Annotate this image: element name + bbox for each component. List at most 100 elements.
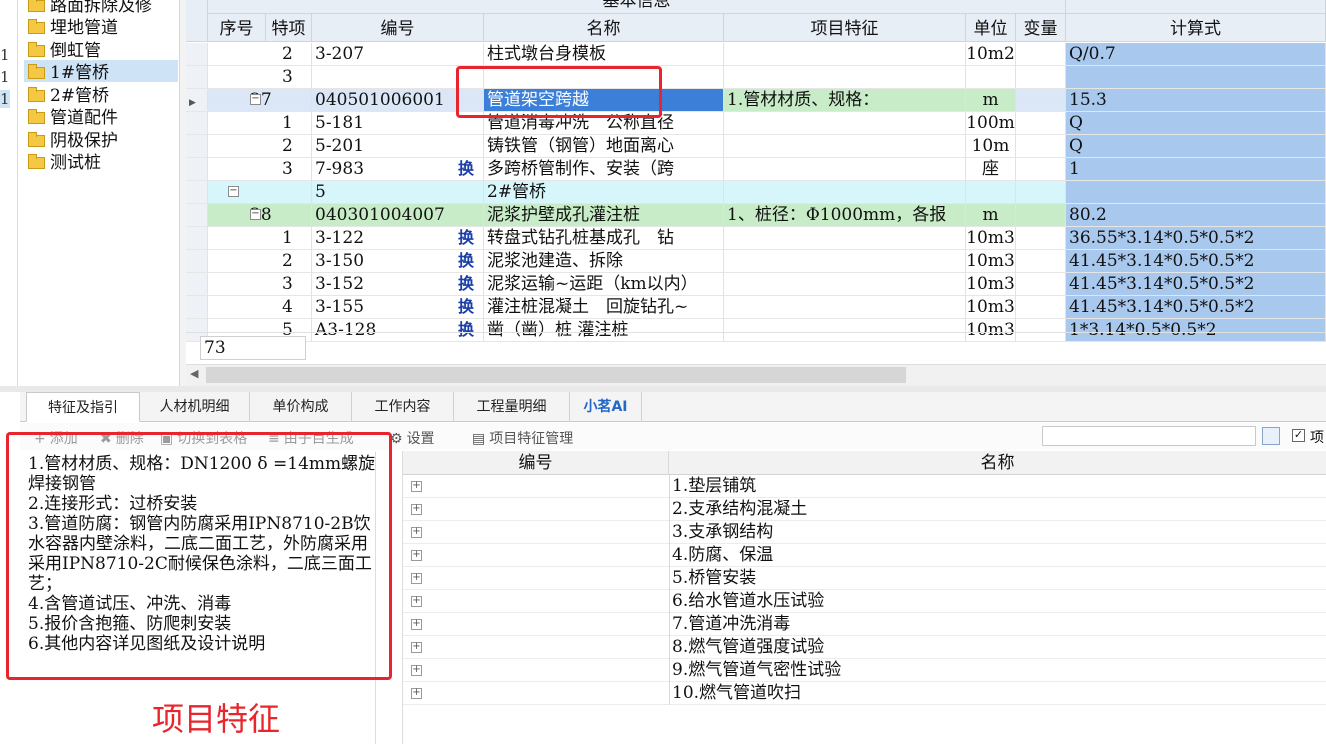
unit-cell[interactable]: 10m2 xyxy=(966,43,1016,66)
row-indicator[interactable] xyxy=(186,273,208,296)
grid-row[interactable]: 5 A3-128 凿（凿）桩 灌注桩 10m3 1*3.14*0.5*0.5*2 换 xyxy=(186,319,1326,342)
tree-item[interactable]: 倒虹管 xyxy=(24,37,178,61)
feature-list-row[interactable]: +10.燃气管道吹扫 xyxy=(403,682,1326,705)
grid-row[interactable]: 3 xyxy=(186,66,1326,89)
grid-row[interactable]: 5 2#管桥 − xyxy=(186,181,1326,204)
tree-item[interactable]: 路面拆除及修 xyxy=(24,0,178,16)
feature-list-row[interactable]: +4.防腐、保温 xyxy=(403,544,1326,567)
feature-list-grid[interactable]: 编号 名称 +1.垫层铺筑 +2.支承结构混凝土 +3.支承钢结构 +4.防腐、保温 +… xyxy=(402,451,1326,744)
row-indicator[interactable]: ▶ xyxy=(186,89,208,112)
swap-marker[interactable]: 换 xyxy=(458,296,1320,318)
search-icon[interactable] xyxy=(1262,427,1280,445)
column-header[interactable]: 项目特征 xyxy=(724,14,966,42)
tab[interactable]: 单价构成 xyxy=(250,392,352,422)
expand-icon[interactable]: + xyxy=(411,596,422,607)
formula-cell[interactable]: Q xyxy=(1066,135,1326,158)
grid-row[interactable]: 3 3-152 泥浆运输~运距（km以内） 10m3 41.45*3.14*0.5*0.… xyxy=(186,273,1326,296)
feature-cell[interactable] xyxy=(724,181,966,204)
collapse-icon[interactable]: − xyxy=(250,94,261,105)
seq-cell[interactable]: 3 xyxy=(208,66,312,89)
feature-cell[interactable] xyxy=(724,43,966,66)
feature-cell[interactable]: 1.管材材质、规格： xyxy=(724,89,966,112)
search-input[interactable] xyxy=(1042,426,1256,446)
expand-icon[interactable]: + xyxy=(411,504,422,515)
formula-cell[interactable]: 15.3 xyxy=(1066,89,1326,112)
grid-row[interactable]: 4 3-155 灌注桩混凝土 回旋钻孔~ 10m3 41.45*3.14*0.5*0.5… xyxy=(186,296,1326,319)
feature-list-row[interactable]: +2.支承结构混凝土 xyxy=(403,498,1326,521)
formula-cell[interactable] xyxy=(1066,181,1326,204)
tab[interactable]: 小茗AI xyxy=(570,392,642,422)
unit-cell[interactable]: 10m xyxy=(966,135,1016,158)
row-indicator[interactable] xyxy=(186,158,208,181)
code-cell[interactable]: 5-201 xyxy=(312,135,484,158)
collapse-icon[interactable]: − xyxy=(250,209,261,220)
seq-cell[interactable]: 1 xyxy=(208,227,312,250)
seq-cell[interactable]: 2 xyxy=(208,43,312,66)
seq-cell[interactable]: 2 xyxy=(208,135,312,158)
feature-list-row[interactable]: +1.垫层铺筑 xyxy=(403,475,1326,498)
scroll-thumb[interactable] xyxy=(206,367,906,383)
expand-icon[interactable]: + xyxy=(411,665,422,676)
tab[interactable]: 特征及指引 xyxy=(26,392,140,422)
seq-cell[interactable]: 2 xyxy=(208,250,312,273)
swap-marker[interactable]: 换 xyxy=(458,227,1320,249)
formula-cell[interactable]: Q/0.7 xyxy=(1066,43,1326,66)
var-cell[interactable] xyxy=(1016,43,1066,66)
name-cell[interactable]: 铸铁管（钢管）地面离心 xyxy=(484,135,724,158)
toolbar-button[interactable]: ▤ 项目特征管理 xyxy=(472,428,573,448)
seq-cell[interactable] xyxy=(208,181,312,204)
var-cell[interactable] xyxy=(1016,112,1066,135)
expand-icon[interactable]: + xyxy=(411,619,422,630)
row-indicator[interactable] xyxy=(186,181,208,204)
feature-cell[interactable] xyxy=(724,66,966,89)
tree-item[interactable]: 阴极保护 xyxy=(24,127,178,151)
swap-marker[interactable]: 换 xyxy=(458,250,1320,272)
unit-cell[interactable] xyxy=(966,181,1016,204)
column-header[interactable]: 编号 xyxy=(312,14,484,42)
row-indicator[interactable] xyxy=(186,227,208,250)
expand-icon[interactable]: + xyxy=(411,550,422,561)
column-header[interactable]: 特项 xyxy=(266,14,312,42)
row-indicator[interactable] xyxy=(186,250,208,273)
bill-grid[interactable]: 基本信息 序号 特项 编号 名称 项目特征 单位 变量 计算式 2 3-207 柱式墩台身模板 10… xyxy=(186,0,1326,364)
row-indicator[interactable] xyxy=(186,296,208,319)
feature-list-row[interactable]: +3.支承钢结构 xyxy=(403,521,1326,544)
row-indicator[interactable] xyxy=(186,112,208,135)
seq-cell[interactable]: 3 xyxy=(208,158,312,181)
tree-item[interactable]: 管道配件 xyxy=(24,105,178,128)
column-header[interactable]: 单位 xyxy=(966,14,1016,42)
var-cell[interactable] xyxy=(1016,66,1066,89)
grid-row[interactable]: ▶27040501006001管道架空跨越1.管材材质、规格：m15.3− xyxy=(186,89,1326,112)
column-header[interactable]: 序号 xyxy=(208,14,266,42)
expand-icon[interactable]: + xyxy=(411,527,422,538)
column-header[interactable]: 名称 xyxy=(484,14,724,42)
column-header[interactable]: 变量 xyxy=(1016,14,1066,42)
expand-icon[interactable]: + xyxy=(411,642,422,653)
feature-cell[interactable]: 1、桩径：Φ1000mm，各报 xyxy=(724,204,966,227)
var-cell[interactable] xyxy=(1016,89,1066,112)
grid-row[interactable]: 2 5-201 铸铁管（钢管）地面离心 10m Q xyxy=(186,135,1326,158)
grid-row[interactable]: 2 3-207 柱式墩台身模板 10m2 Q/0.7 xyxy=(186,43,1326,66)
formula-cell[interactable] xyxy=(1066,66,1326,89)
formula-cell[interactable]: Q xyxy=(1066,112,1326,135)
tab[interactable]: 工程量明细 xyxy=(454,392,570,422)
toolbar-button[interactable]: ⚙ 设置 xyxy=(390,428,435,448)
grid-row[interactable]: 1 3-122 转盘式钻孔桩基成孔 钻 10m3 36.55*3.14*0.5*0.5*… xyxy=(186,227,1326,250)
feature-list-row[interactable]: +5.桥管安装 xyxy=(403,567,1326,590)
feature-list-row[interactable]: +7.管道冲洗消毒 xyxy=(403,613,1326,636)
seq-cell[interactable]: 1 xyxy=(208,112,312,135)
unit-cell[interactable]: m xyxy=(966,89,1016,112)
feature-list-row[interactable]: +6.给水管道水压试验 xyxy=(403,590,1326,613)
swap-marker[interactable]: 换 xyxy=(458,319,1320,341)
name-cell[interactable]: 柱式墩台身模板 xyxy=(484,43,724,66)
grid-row[interactable]: 2 3-150 泥浆池建造、拆除 10m3 41.45*3.14*0.5*0.5*2 换 xyxy=(186,250,1326,273)
row-indicator[interactable] xyxy=(186,66,208,89)
checkbox[interactable]: ✓ xyxy=(1292,429,1305,442)
tab[interactable]: 人材机明细 xyxy=(140,392,250,422)
feature-list-row[interactable]: +9.燃气管道气密性试验 xyxy=(403,659,1326,682)
name-cell[interactable]: 泥浆护壁成孔灌注桩 xyxy=(484,204,724,227)
feature-cell[interactable] xyxy=(724,112,966,135)
grid-row[interactable]: 1 5-181 管道消毒冲洗 公称直径 100m Q xyxy=(186,112,1326,135)
tree-item[interactable]: 测试桩 xyxy=(24,150,178,173)
expand-icon[interactable]: + xyxy=(411,481,422,492)
